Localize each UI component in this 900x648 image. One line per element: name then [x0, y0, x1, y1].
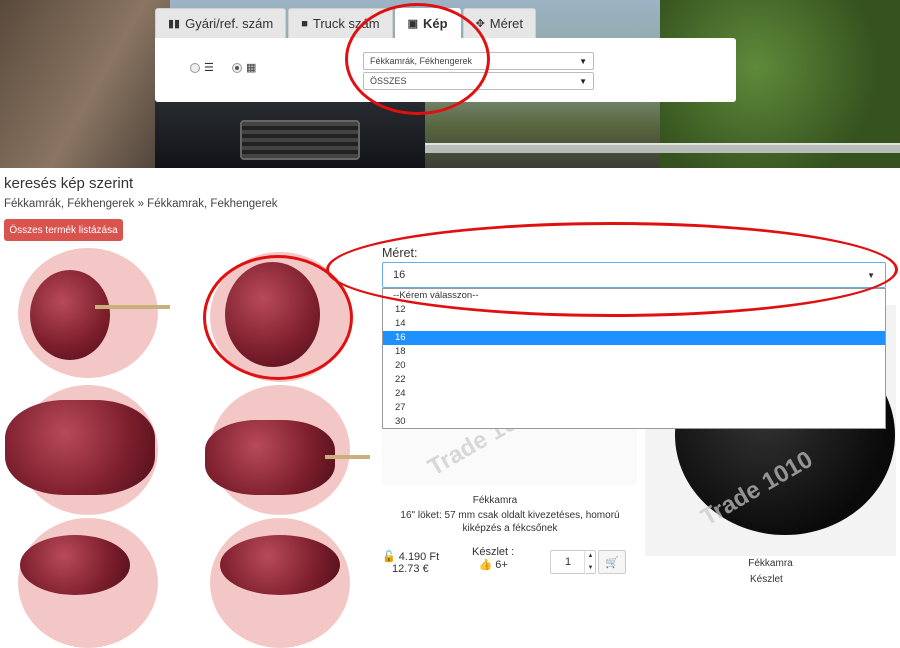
page-title: keresés kép szerint [4, 175, 134, 192]
list-view-radio[interactable] [190, 62, 200, 73]
tab-gyari-ref-szam[interactable]: ▮▮ Gyári/ref. szám [155, 8, 287, 38]
stock-value: 6+ [495, 559, 508, 571]
stock-label: Készlet : [472, 546, 515, 558]
size-option[interactable]: 24 [383, 387, 885, 401]
size-option[interactable]: 20 [383, 359, 885, 373]
brake-chamber-image [30, 270, 110, 360]
annotation-oval-size [326, 222, 898, 317]
truck-icon: ■ [301, 17, 308, 30]
spring-brake-image [5, 400, 155, 495]
breadcrumb: Fékkamrák, Fékhengerek » Fékkamrak, Fekh… [4, 198, 278, 210]
stock-block: Készlet : 👍 6+ [472, 546, 514, 571]
mountain-image [0, 0, 170, 168]
grid-icon: ▦ [246, 62, 257, 74]
price-block: 🔓 4.190 Ft 12.73 € [382, 550, 439, 575]
size-option[interactable]: 27 [383, 401, 885, 415]
size-option-highlighted[interactable]: 16 [383, 331, 885, 345]
barcode-icon: ▮▮ [168, 18, 181, 30]
product-description-1: 16" löket: 57 mm csak oldalt kivezetéses… [400, 510, 620, 534]
thumbs-up-icon: 👍 [478, 559, 493, 571]
list-icon: ☰ [204, 62, 214, 74]
annotation-oval-tab [345, 3, 490, 115]
size-option[interactable]: 22 [383, 373, 885, 387]
unlock-icon: 🔓 [382, 551, 396, 563]
price-huf: 4.190 Ft [398, 551, 440, 563]
grid-view-radio[interactable] [232, 62, 242, 73]
add-to-cart-button[interactable]: 🛒 [598, 550, 626, 574]
price-eur: 12.73 € [392, 563, 429, 575]
pushrod-image [325, 455, 370, 459]
cart-icon: 🛒 [605, 556, 619, 569]
size-option[interactable]: 18 [383, 345, 885, 359]
brake-chamber-image [20, 535, 130, 595]
tab-label: Méret [489, 16, 524, 31]
brake-chamber-image [220, 535, 340, 595]
size-option[interactable]: 30 [383, 415, 885, 429]
pushrod-image [95, 305, 170, 309]
list-all-products-button[interactable]: Összes termék listázása [4, 219, 123, 241]
size-option[interactable]: 14 [383, 317, 885, 331]
truck-grill-image [240, 120, 360, 160]
chevron-up-icon[interactable]: ▲ [588, 553, 594, 559]
product-title-1[interactable]: Fékkamra [380, 495, 610, 506]
grid-view-option[interactable]: ▦ [232, 61, 256, 74]
chevron-down-icon: ▼ [579, 76, 587, 86]
list-view-option[interactable]: ☰ [190, 61, 214, 74]
tab-label: Gyári/ref. szám [185, 16, 274, 31]
guardrail-image [415, 143, 900, 153]
quantity-stepper[interactable]: ▲ ▼ [584, 550, 596, 574]
chevron-down-icon: ▼ [579, 56, 587, 66]
product-title-2[interactable]: Fékkamra [645, 558, 896, 569]
spring-brake-image [205, 420, 335, 495]
chevron-down-icon[interactable]: ▼ [588, 565, 594, 571]
